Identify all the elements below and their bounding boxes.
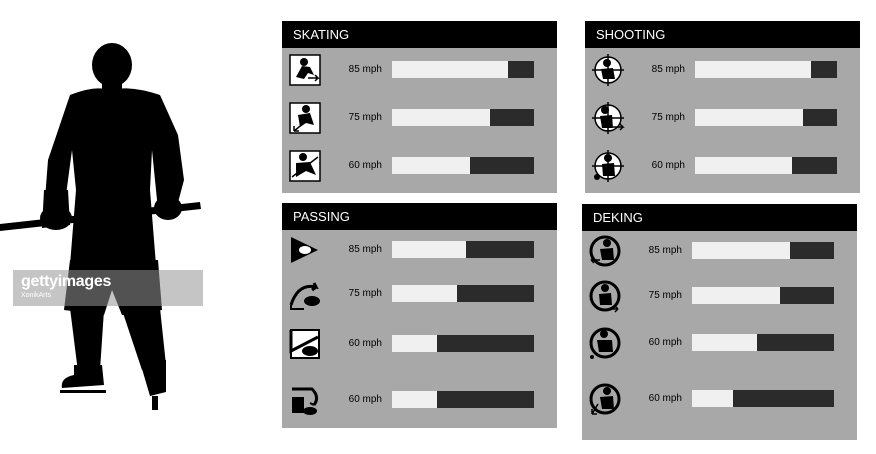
stat-row: 85 mph [582,231,857,271]
stat-bar-fill [392,285,458,302]
stat-bar [695,157,837,174]
stat-bar [695,109,837,126]
passing-panel: PASSING 85 mph 75 mph 60 mph 60 mph [282,203,557,428]
stat-row: 60 mph [582,379,857,419]
speed-label: 85 mph [348,64,382,75]
stat-bar [392,61,534,78]
stat-row: 60 mph [585,146,860,186]
deking-panel: DEKING 85 mph 75 mph 60 mph 60 mph [582,204,857,440]
slapshot-target-icon [592,54,624,86]
speed-label: 75 mph [648,290,682,301]
stat-row: 75 mph [282,98,557,138]
speed-label: 85 mph [648,245,682,256]
wristshot-target-icon [592,102,625,134]
watermark-credit: XonikArts [21,292,51,299]
bank-pass-icon [289,329,320,359]
panel-title: PASSING [282,203,557,230]
speed-label: 85 mph [651,64,685,75]
stat-row: 60 mph [282,380,557,420]
stat-bar [692,242,834,259]
saucer-pass-icon [289,282,320,310]
stat-bar-fill [392,61,509,78]
stat-bar [392,241,534,258]
skater-forward-icon [289,54,321,86]
stat-bar-fill [392,109,490,126]
stat-row: 85 mph [282,50,557,90]
stat-bar [695,61,837,78]
speed-label: 60 mph [348,160,382,171]
stat-bar [392,391,534,408]
skating-panel: SKATING 85 mph 75 mph 60 mph [282,21,557,193]
stat-bar-fill [692,287,781,304]
puck-pass-icon [291,237,318,263]
speed-label: 60 mph [648,393,682,404]
stat-bar-fill [692,334,758,351]
panel-title: SKATING [282,21,557,48]
stat-row: 60 mph [282,324,557,364]
speed-label: 60 mph [651,160,685,171]
deke-spin-icon [589,280,621,313]
skater-crossover-icon [289,102,321,134]
stat-row: 85 mph [585,50,860,90]
stat-bar [392,109,534,126]
drop-pass-icon [292,387,319,415]
deke-backhand-icon [589,383,621,415]
stat-row: 85 mph [282,230,557,270]
shooting-panel: SHOOTING 85 mph 75 mph 60 mph [585,21,860,193]
stat-bar-fill [392,241,466,258]
deke-between-legs-icon [589,327,621,359]
panel-title: DEKING [582,204,857,231]
stat-bar [392,157,534,174]
stat-bar [692,390,834,407]
stat-row: 75 mph [582,276,857,316]
stat-row: 60 mph [582,323,857,363]
speed-label: 75 mph [348,288,382,299]
stat-bar-fill [392,157,471,174]
panel-title: SHOOTING [585,21,860,48]
speed-label: 60 mph [348,338,382,349]
watermark-logo: gettyimages [21,273,112,290]
deke-left-icon [589,235,621,267]
stat-bar [692,287,834,304]
speed-label: 85 mph [348,244,382,255]
stat-bar-fill [695,109,803,126]
skater-backward-icon [289,150,321,182]
stat-bar-fill [392,335,438,352]
stat-bar-fill [692,242,790,259]
speed-label: 60 mph [648,337,682,348]
speed-label: 60 mph [348,394,382,405]
getty-watermark: gettyimages XonikArts [13,270,203,306]
stat-row: 60 mph [282,146,557,186]
stat-bar [692,334,834,351]
stat-row: 75 mph [585,98,860,138]
stat-bar-fill [692,390,734,407]
stat-bar-fill [695,61,812,78]
stat-bar [392,285,534,302]
snapshot-target-icon [592,150,624,182]
stat-row: 75 mph [282,274,557,314]
stat-bar-fill [695,157,792,174]
stat-bar [392,335,534,352]
speed-label: 75 mph [651,112,685,123]
hockey-player-silhouette [0,43,201,410]
speed-label: 75 mph [348,112,382,123]
stat-bar-fill [392,391,438,408]
